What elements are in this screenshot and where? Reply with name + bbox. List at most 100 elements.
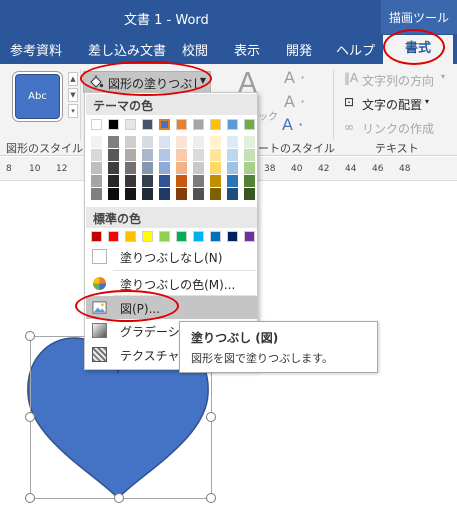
- gallery-down-arrow[interactable]: ▼: [68, 88, 78, 102]
- theme-color-swatch[interactable]: [108, 119, 119, 130]
- theme-color-swatch[interactable]: [193, 119, 204, 130]
- no-fill-item[interactable]: 塗りつぶしなし(N): [86, 245, 257, 268]
- theme-shade-swatch[interactable]: [227, 175, 238, 187]
- theme-shade-swatch[interactable]: [227, 136, 238, 148]
- theme-shade-swatch[interactable]: [210, 149, 221, 161]
- theme-shade-swatch[interactable]: [125, 162, 136, 174]
- theme-shade-swatch[interactable]: [227, 188, 238, 200]
- theme-shade-swatch[interactable]: [244, 162, 255, 174]
- theme-shade-swatch[interactable]: [210, 136, 221, 148]
- theme-shade-swatch[interactable]: [125, 136, 136, 148]
- theme-shade-swatch[interactable]: [91, 175, 102, 187]
- theme-shade-swatch[interactable]: [193, 175, 204, 187]
- theme-color-swatch[interactable]: [158, 118, 171, 131]
- ruler-tick: 38: [264, 164, 276, 174]
- theme-shade-swatch[interactable]: [142, 162, 153, 174]
- theme-shade-swatch[interactable]: [193, 136, 204, 148]
- create-link-button[interactable]: リンクの作成: [362, 120, 434, 137]
- theme-shade-swatch[interactable]: [142, 149, 153, 161]
- theme-color-swatch[interactable]: [91, 119, 102, 130]
- theme-shade-swatch[interactable]: [91, 149, 102, 161]
- theme-color-swatch[interactable]: [142, 119, 153, 130]
- quick-styles-label[interactable]: ック: [258, 108, 278, 123]
- link-icon: ∞: [344, 120, 354, 134]
- tab-mailings[interactable]: 差し込み文書: [88, 40, 166, 59]
- theme-shade-swatch[interactable]: [159, 149, 170, 161]
- resize-handle[interactable]: [25, 412, 35, 422]
- gallery-up-arrow[interactable]: ▲: [68, 72, 78, 86]
- standard-color-swatch[interactable]: [193, 231, 204, 242]
- theme-shade-swatch[interactable]: [108, 136, 119, 148]
- theme-shade-swatch[interactable]: [244, 175, 255, 187]
- theme-shade-swatch[interactable]: [108, 162, 119, 174]
- text-fill-icon[interactable]: A ·: [284, 68, 305, 87]
- theme-shade-swatch[interactable]: [108, 188, 119, 200]
- theme-shade-swatch[interactable]: [227, 149, 238, 161]
- theme-shade-swatch[interactable]: [142, 188, 153, 200]
- theme-shade-swatch[interactable]: [142, 136, 153, 148]
- shape-style-preview[interactable]: Abc: [15, 74, 60, 119]
- text-outline-icon[interactable]: A ·: [284, 92, 305, 111]
- theme-shade-swatch[interactable]: [176, 188, 187, 200]
- theme-shade-swatch[interactable]: [176, 162, 187, 174]
- theme-shade-swatch[interactable]: [244, 136, 255, 148]
- theme-shade-swatch[interactable]: [193, 162, 204, 174]
- theme-shade-swatch[interactable]: [125, 149, 136, 161]
- tab-developer[interactable]: 開発: [286, 40, 312, 59]
- theme-shade-swatch[interactable]: [193, 188, 204, 200]
- theme-color-swatch[interactable]: [210, 119, 221, 130]
- theme-color-swatch[interactable]: [244, 119, 255, 130]
- theme-shade-swatch[interactable]: [108, 149, 119, 161]
- standard-color-swatch[interactable]: [108, 231, 119, 242]
- theme-shade-swatch[interactable]: [210, 175, 221, 187]
- gallery-more-arrow[interactable]: ▾: [68, 104, 78, 118]
- standard-color-swatch[interactable]: [210, 231, 221, 242]
- ribbon-separator: [333, 70, 334, 140]
- theme-shade-swatch[interactable]: [159, 188, 170, 200]
- theme-shade-swatch[interactable]: [125, 175, 136, 187]
- no-fill-label: 塗りつぶしなし(N): [120, 251, 223, 265]
- theme-shade-swatch[interactable]: [91, 188, 102, 200]
- standard-color-swatch[interactable]: [244, 231, 255, 242]
- theme-shade-swatch[interactable]: [159, 136, 170, 148]
- theme-shade-swatch[interactable]: [159, 175, 170, 187]
- theme-color-swatch[interactable]: [125, 119, 136, 130]
- standard-color-swatch[interactable]: [142, 231, 153, 242]
- theme-color-swatch[interactable]: [176, 119, 187, 130]
- text-effects-icon[interactable]: A ·: [282, 115, 303, 134]
- align-text-button[interactable]: 文字の配置: [362, 96, 422, 113]
- standard-color-swatch[interactable]: [159, 231, 170, 242]
- standard-color-swatch[interactable]: [227, 231, 238, 242]
- theme-shade-swatch[interactable]: [176, 136, 187, 148]
- theme-shade-swatch[interactable]: [91, 162, 102, 174]
- ruler-tick: 40: [291, 164, 303, 174]
- theme-shade-swatch[interactable]: [108, 175, 119, 187]
- standard-color-swatch[interactable]: [91, 231, 102, 242]
- tab-help[interactable]: ヘルプ: [336, 40, 375, 59]
- text-direction-button[interactable]: 文字列の方向: [362, 72, 434, 89]
- theme-shade-swatch[interactable]: [227, 162, 238, 174]
- theme-shade-swatch[interactable]: [193, 149, 204, 161]
- resize-handle[interactable]: [25, 493, 35, 503]
- theme-shade-swatch[interactable]: [210, 162, 221, 174]
- theme-shade-swatch[interactable]: [210, 188, 221, 200]
- theme-shade-swatch[interactable]: [244, 188, 255, 200]
- resize-handle[interactable]: [114, 493, 124, 503]
- standard-color-swatch[interactable]: [125, 231, 136, 242]
- tab-review[interactable]: 校閲: [182, 40, 208, 59]
- ruler-tick: 48: [399, 164, 411, 174]
- tab-references[interactable]: 参考資料: [10, 40, 62, 59]
- theme-shade-swatch[interactable]: [176, 149, 187, 161]
- theme-shade-swatch[interactable]: [244, 149, 255, 161]
- resize-handle[interactable]: [206, 493, 216, 503]
- theme-shade-swatch[interactable]: [159, 162, 170, 174]
- resize-handle[interactable]: [206, 412, 216, 422]
- resize-handle[interactable]: [25, 331, 35, 341]
- theme-shade-swatch[interactable]: [142, 175, 153, 187]
- tab-view[interactable]: 表示: [234, 40, 260, 59]
- theme-color-swatch[interactable]: [227, 119, 238, 130]
- theme-shade-swatch[interactable]: [125, 188, 136, 200]
- theme-shade-swatch[interactable]: [91, 136, 102, 148]
- theme-shade-swatch[interactable]: [176, 175, 187, 187]
- standard-color-swatch[interactable]: [176, 231, 187, 242]
